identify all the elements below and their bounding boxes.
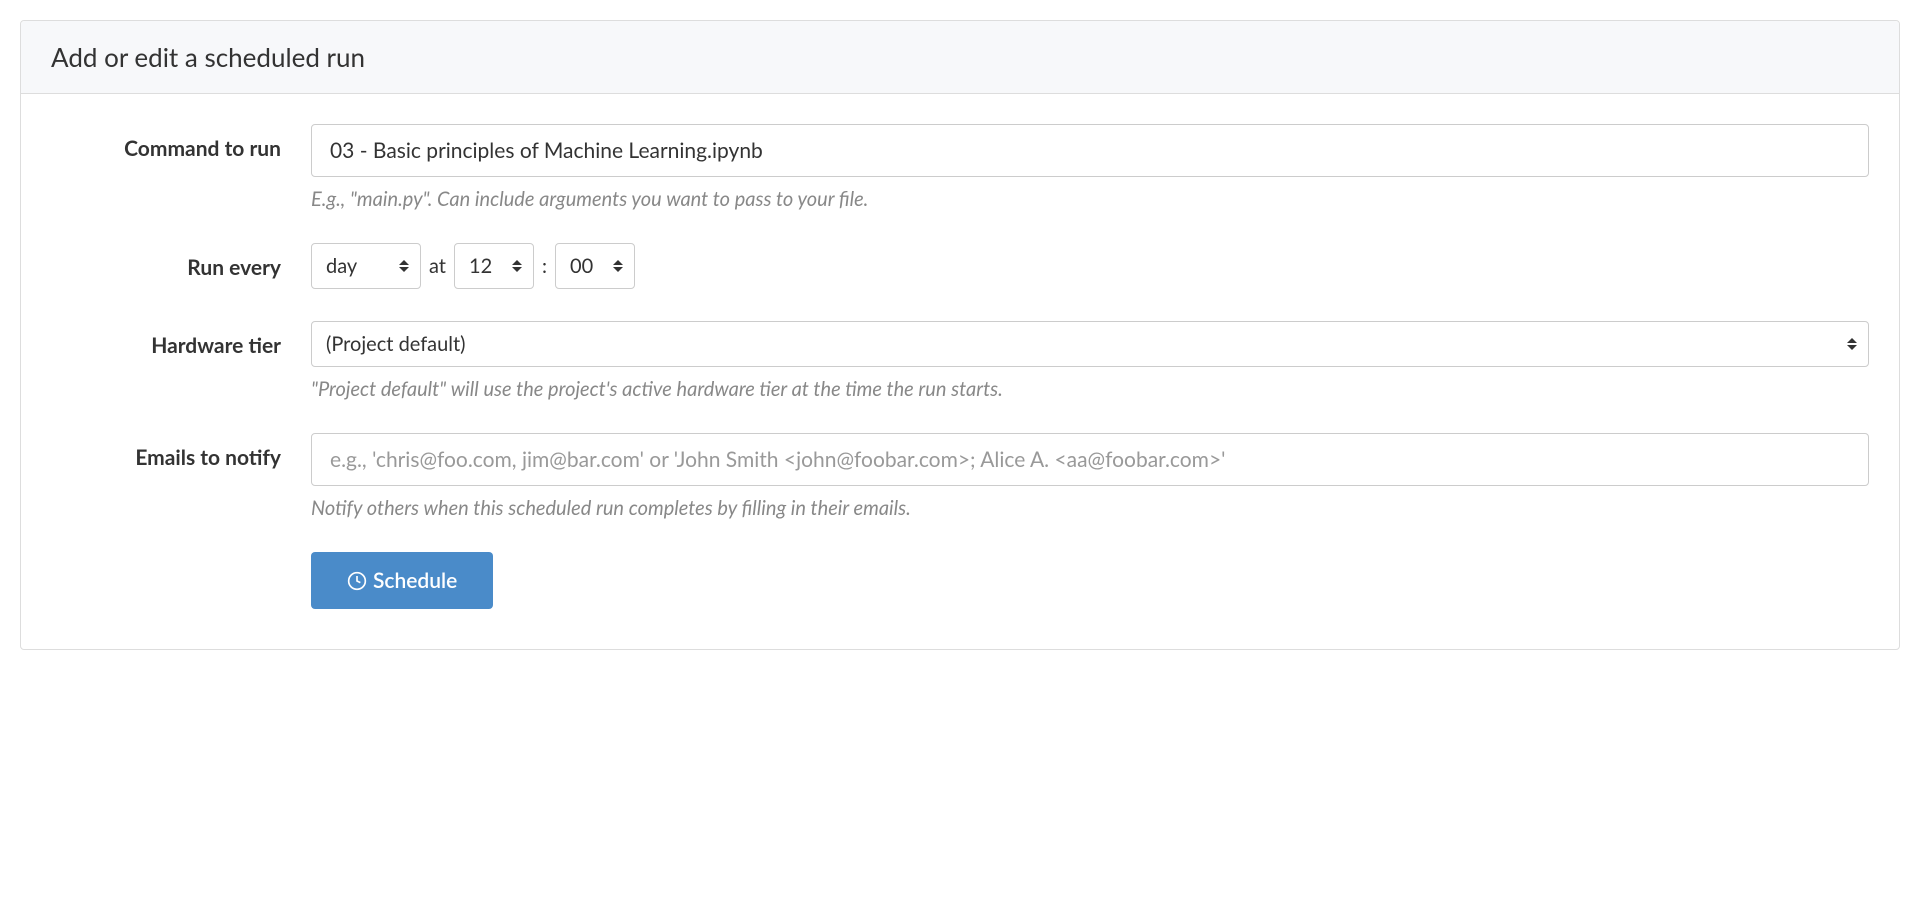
command-help-text: E.g., "main.py". Can include arguments y…	[311, 187, 1869, 211]
at-label: at	[429, 254, 446, 278]
emails-label: Emails to notify	[51, 433, 311, 520]
emails-row: Emails to notify Notify others when this…	[51, 433, 1869, 520]
submit-row: Schedule	[51, 552, 1869, 609]
run-every-period-select[interactable]: day	[311, 243, 421, 289]
hardware-tier-select[interactable]: (Project default)	[311, 321, 1869, 367]
command-row: Command to run E.g., "main.py". Can incl…	[51, 124, 1869, 211]
run-every-row: Run every day at 12	[51, 243, 1869, 289]
scheduled-run-panel: Add or edit a scheduled run Command to r…	[20, 20, 1900, 650]
command-input[interactable]	[311, 124, 1869, 177]
clock-icon	[347, 571, 367, 591]
panel-body: Command to run E.g., "main.py". Can incl…	[21, 94, 1899, 649]
schedule-button-label: Schedule	[373, 568, 457, 593]
command-label: Command to run	[51, 124, 311, 211]
panel-title: Add or edit a scheduled run	[21, 21, 1899, 94]
run-every-label: Run every	[51, 243, 311, 289]
run-every-minute-select[interactable]: 00	[555, 243, 635, 289]
schedule-button[interactable]: Schedule	[311, 552, 493, 609]
emails-help-text: Notify others when this scheduled run co…	[311, 496, 1869, 520]
hardware-tier-row: Hardware tier (Project default) "Project…	[51, 321, 1869, 401]
emails-input[interactable]	[311, 433, 1869, 486]
hardware-tier-label: Hardware tier	[51, 321, 311, 401]
hardware-tier-help-text: "Project default" will use the project's…	[311, 377, 1869, 401]
colon-label: :	[542, 254, 547, 278]
run-every-hour-select[interactable]: 12	[454, 243, 534, 289]
